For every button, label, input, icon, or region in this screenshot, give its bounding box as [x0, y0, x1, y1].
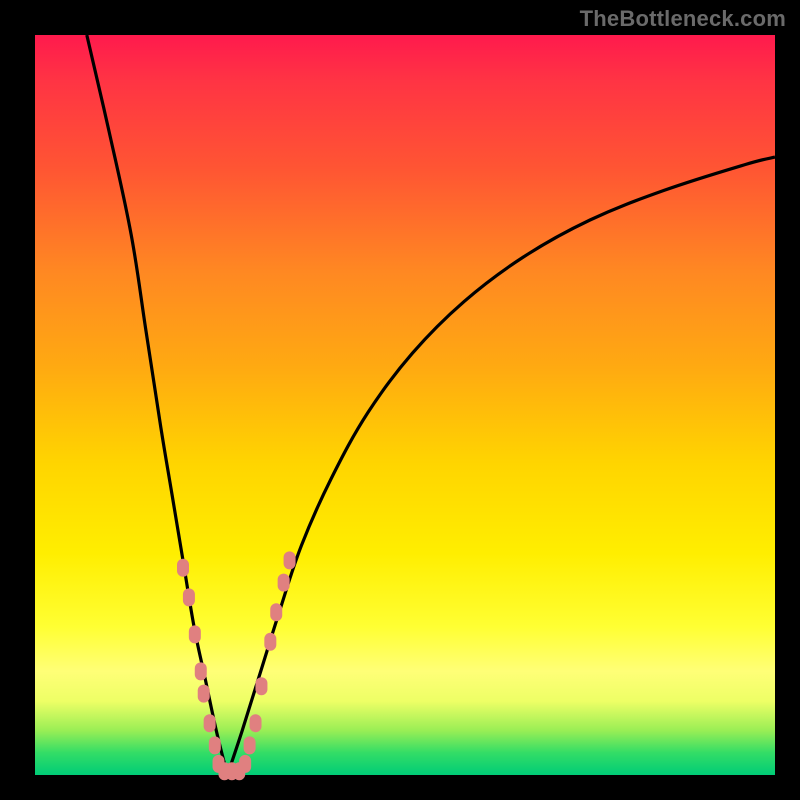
marker-point	[204, 714, 216, 732]
marker-point	[264, 633, 276, 651]
curve-left-branch	[87, 35, 228, 775]
marker-point	[284, 551, 296, 569]
marker-point	[278, 574, 290, 592]
marker-point	[250, 714, 262, 732]
marker-point	[177, 559, 189, 577]
marker-point	[183, 588, 195, 606]
curve-overlay	[0, 0, 800, 800]
curve-right-branch	[227, 157, 775, 775]
marker-point	[239, 755, 251, 773]
marker-point	[255, 677, 267, 695]
marker-point	[189, 625, 201, 643]
marker-point	[195, 662, 207, 680]
marker-point	[198, 685, 210, 703]
marker-point	[209, 736, 221, 754]
marker-point	[270, 603, 282, 621]
marker-point	[244, 736, 256, 754]
chart-frame: TheBottleneck.com	[0, 0, 800, 800]
bottleneck-curve	[87, 35, 775, 775]
